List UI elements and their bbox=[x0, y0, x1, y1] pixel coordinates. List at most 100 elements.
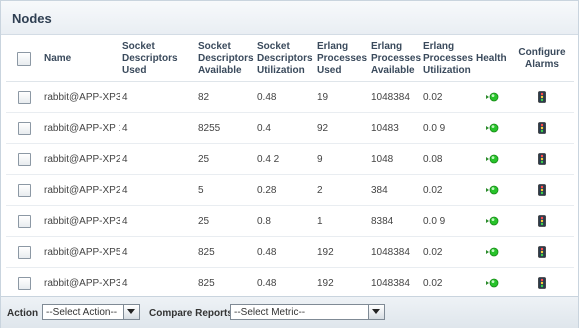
socket-available-cell: 25 bbox=[196, 143, 255, 175]
row-select-cell bbox=[6, 143, 42, 175]
alarm-config-icon[interactable] bbox=[537, 277, 547, 289]
row-select-cell bbox=[6, 174, 42, 206]
action-bar: Action --Select Action-- Compare Reports… bbox=[1, 296, 578, 328]
node-name-cell[interactable]: rabbit@APP-XP3 bbox=[42, 81, 120, 113]
health-cell bbox=[474, 236, 510, 268]
erlang-utilization-cell: 0.0 9 bbox=[421, 205, 474, 237]
header-socket-utilization[interactable]: Socket Descriptors Utilization bbox=[255, 37, 315, 82]
alarm-config-icon[interactable] bbox=[537, 184, 547, 196]
panel-title: Nodes bbox=[12, 11, 52, 26]
health-cell bbox=[474, 174, 510, 206]
health-cell bbox=[474, 267, 510, 299]
erlang-utilization-cell: 0.02 bbox=[421, 236, 474, 268]
configure-alarms-cell bbox=[510, 205, 574, 237]
node-name-cell[interactable]: rabbit@APP-XP 1 bbox=[42, 112, 120, 144]
chevron-down-icon bbox=[372, 309, 380, 314]
action-label: Action bbox=[7, 308, 39, 319]
socket-available-cell: 82 bbox=[196, 81, 255, 113]
row-checkbox[interactable] bbox=[17, 245, 31, 259]
socket-used-cell: 4 bbox=[120, 112, 196, 144]
table-row[interactable]: rabbit@APP-XP5 4 825 0.48 192 1048384 0.02 bbox=[6, 236, 574, 268]
health-cell bbox=[474, 143, 510, 175]
socket-available-cell: 825 bbox=[196, 236, 255, 268]
table-row[interactable]: rabbit@APP-XP 1 4 8255 0.4 92 10483 0.0 9 bbox=[6, 112, 574, 144]
compare-metric-select-value: --Select Metric-- bbox=[234, 307, 306, 318]
health-status-icon bbox=[486, 278, 499, 288]
erlang-used-cell: 1 bbox=[315, 205, 369, 237]
table-row[interactable]: rabbit@APP-XP2 4 5 0.28 2 384 0.02 bbox=[6, 174, 574, 206]
socket-used-cell: 4 bbox=[120, 267, 196, 299]
socket-utilization-cell: 0.4 2 bbox=[255, 143, 315, 175]
compare-metric-select[interactable]: --Select Metric-- bbox=[230, 304, 385, 320]
row-checkbox[interactable] bbox=[17, 152, 31, 166]
socket-used-cell: 4 bbox=[120, 205, 196, 237]
socket-available-cell: 5 bbox=[196, 174, 255, 206]
socket-utilization-cell: 0.48 bbox=[255, 81, 315, 113]
socket-available-cell: 825 bbox=[196, 267, 255, 299]
alarm-config-icon[interactable] bbox=[537, 122, 547, 134]
node-name-cell[interactable]: rabbit@APP-XP5 bbox=[42, 236, 120, 268]
table-row[interactable]: rabbit@APP-XP3 4 825 0.48 192 1048384 0.02 bbox=[6, 267, 574, 299]
header-erlang-utilization[interactable]: Erlang Processes Utilization bbox=[421, 37, 474, 82]
erlang-available-cell: 1048 bbox=[369, 143, 421, 175]
table-row[interactable]: rabbit@APP-XP3 4 82 0.48 19 1048384 0.02 bbox=[6, 81, 574, 113]
node-name-cell[interactable]: rabbit@APP-XP3 bbox=[42, 205, 120, 237]
erlang-used-cell: 2 bbox=[315, 174, 369, 206]
row-select-cell bbox=[6, 267, 42, 299]
health-status-icon bbox=[486, 247, 499, 257]
erlang-used-cell: 92 bbox=[315, 112, 369, 144]
erlang-used-cell: 9 bbox=[315, 143, 369, 175]
socket-available-cell: 8255 bbox=[196, 112, 255, 144]
row-checkbox[interactable] bbox=[17, 121, 31, 135]
action-dropdown-button[interactable] bbox=[123, 305, 139, 319]
alarm-config-icon[interactable] bbox=[537, 91, 547, 103]
socket-utilization-cell: 0.8 bbox=[255, 205, 315, 237]
erlang-utilization-cell: 0.08 bbox=[421, 143, 474, 175]
alarm-config-icon[interactable] bbox=[537, 215, 547, 227]
erlang-utilization-cell: 0.0 9 bbox=[421, 112, 474, 144]
table-row[interactable]: rabbit@APP-XP3 4 25 0.8 1 8384 0.0 9 bbox=[6, 205, 574, 237]
configure-alarms-cell bbox=[510, 112, 574, 144]
alarm-config-icon[interactable] bbox=[537, 246, 547, 258]
action-select-value: --Select Action-- bbox=[46, 307, 118, 318]
compare-metric-dropdown-button[interactable] bbox=[368, 305, 384, 319]
socket-utilization-cell: 0.4 bbox=[255, 112, 315, 144]
compare-reports-label: Compare Reports bbox=[149, 308, 233, 319]
action-select[interactable]: --Select Action-- bbox=[42, 304, 140, 320]
health-status-icon bbox=[486, 92, 499, 102]
table-row[interactable]: rabbit@APP-XP2 4 25 0.4 2 9 1048 0.08 bbox=[6, 143, 574, 175]
node-name-cell[interactable]: rabbit@APP-XP2 bbox=[42, 174, 120, 206]
erlang-available-cell: 1048384 bbox=[369, 81, 421, 113]
health-status-icon bbox=[486, 123, 499, 133]
health-cell bbox=[474, 112, 510, 144]
alarm-config-icon[interactable] bbox=[537, 153, 547, 165]
node-name-cell[interactable]: rabbit@APP-XP3 bbox=[42, 267, 120, 299]
health-cell bbox=[474, 205, 510, 237]
socket-utilization-cell: 0.48 bbox=[255, 236, 315, 268]
socket-used-cell: 4 bbox=[120, 81, 196, 113]
select-all-checkbox[interactable] bbox=[17, 52, 31, 66]
header-erlang-used[interactable]: Erlang Processes Used bbox=[315, 37, 369, 82]
header-socket-used[interactable]: Socket Descriptors Used bbox=[120, 37, 196, 82]
header-socket-available[interactable]: Socket Descriptors Available bbox=[196, 37, 255, 82]
row-checkbox[interactable] bbox=[17, 214, 31, 228]
header-name[interactable]: Name bbox=[42, 37, 120, 82]
configure-alarms-cell bbox=[510, 174, 574, 206]
row-checkbox[interactable] bbox=[17, 183, 31, 197]
erlang-used-cell: 19 bbox=[315, 81, 369, 113]
socket-available-cell: 25 bbox=[196, 205, 255, 237]
panel-header: Nodes bbox=[1, 1, 578, 35]
row-checkbox[interactable] bbox=[17, 276, 31, 290]
row-select-cell bbox=[6, 205, 42, 237]
row-checkbox[interactable] bbox=[17, 90, 31, 104]
header-configure-alarms: Configure Alarms bbox=[510, 37, 574, 82]
socket-used-cell: 4 bbox=[120, 174, 196, 206]
erlang-utilization-cell: 0.02 bbox=[421, 81, 474, 113]
erlang-available-cell: 8384 bbox=[369, 205, 421, 237]
row-select-cell bbox=[6, 236, 42, 268]
header-erlang-available[interactable]: Erlang Processes Available bbox=[369, 37, 421, 82]
configure-alarms-cell bbox=[510, 143, 574, 175]
node-name-cell[interactable]: rabbit@APP-XP2 bbox=[42, 143, 120, 175]
nodes-table: Name Socket Descriptors Used Socket Desc… bbox=[6, 37, 574, 299]
header-health[interactable]: Health bbox=[474, 37, 510, 82]
